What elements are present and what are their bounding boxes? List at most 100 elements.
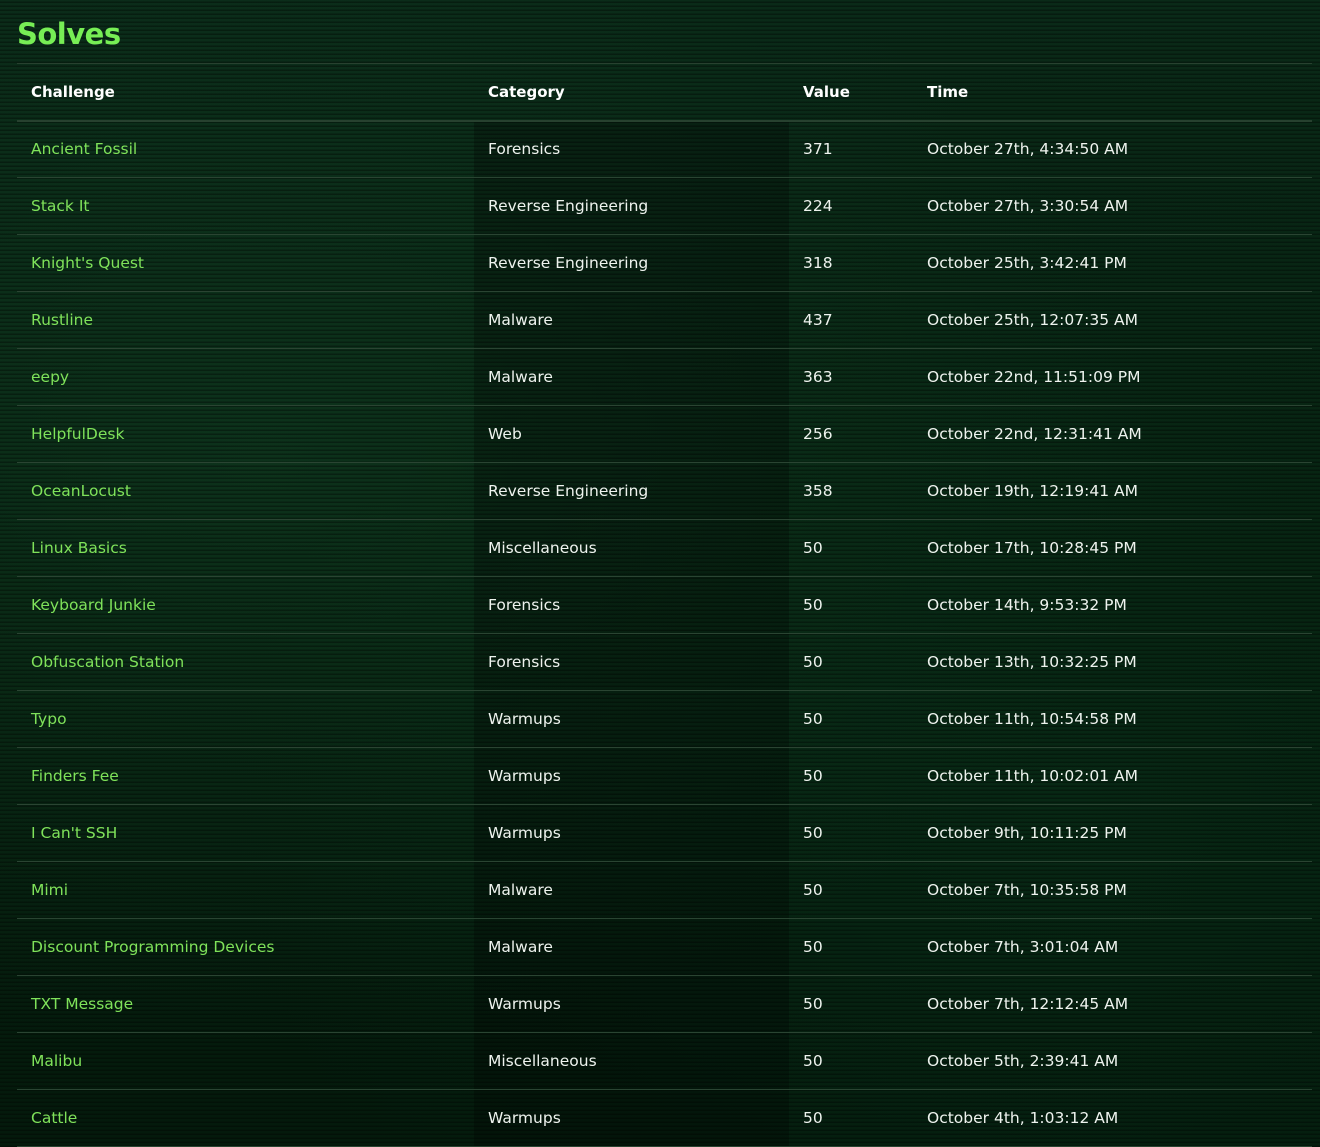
cell-challenge: HelpfulDesk [17, 405, 474, 463]
cell-time: October 25th, 12:07:35 AM [913, 291, 1312, 349]
cell-value: 50 [789, 690, 913, 748]
cell-time: October 14th, 9:53:32 PM [913, 576, 1312, 634]
cell-time: October 4th, 1:03:12 AM [913, 1089, 1312, 1147]
table-row: HelpfulDesk Web 256 October 22nd, 12:31:41 … [17, 405, 1312, 463]
cell-challenge: Typo [17, 690, 474, 748]
challenge-link[interactable]: Stack It [31, 197, 90, 215]
cell-challenge: Mimi [17, 861, 474, 919]
challenge-link[interactable]: eepy [31, 368, 69, 386]
challenge-link[interactable]: Linux Basics [31, 539, 127, 557]
cell-value: 358 [789, 462, 913, 520]
cell-category: Forensics [474, 120, 789, 178]
cell-challenge: Ancient Fossil [17, 120, 474, 178]
cell-category: Web [474, 405, 789, 463]
cell-value: 50 [789, 1032, 913, 1090]
table-row: Ancient Fossil Forensics 371 October 27th, … [17, 120, 1312, 178]
table-header: Challenge Category Value Time [17, 63, 1312, 122]
cell-time: October 11th, 10:02:01 AM [913, 747, 1312, 805]
cell-value: 50 [789, 519, 913, 577]
table-row: Finders Fee Warmups 50 October 11th, 10:02:… [17, 747, 1312, 805]
cell-value: 224 [789, 177, 913, 235]
challenge-link[interactable]: Keyboard Junkie [31, 596, 156, 614]
header-category: Category [474, 63, 789, 122]
cell-challenge: eepy [17, 348, 474, 406]
challenge-link[interactable]: Knight's Quest [31, 254, 144, 272]
table-row: Linux Basics Miscellaneous 50 October 17th,… [17, 519, 1312, 577]
solves-table: Challenge Category Value Time Ancient Fo… [17, 63, 1312, 1147]
cell-category: Malware [474, 348, 789, 406]
table-row: Discount Programming Devices Malware 50 Oct… [17, 918, 1312, 976]
cell-category: Warmups [474, 804, 789, 862]
cell-time: October 7th, 10:35:58 PM [913, 861, 1312, 919]
table-row: Knight's Quest Reverse Engineering 318 Octo… [17, 234, 1312, 292]
table-row: TXT Message Warmups 50 October 7th, 12:12:4… [17, 975, 1312, 1033]
challenge-link[interactable]: Malibu [31, 1052, 82, 1070]
challenge-link[interactable]: Ancient Fossil [31, 140, 137, 158]
cell-value: 363 [789, 348, 913, 406]
cell-category: Reverse Engineering [474, 177, 789, 235]
cell-category: Warmups [474, 1089, 789, 1147]
challenge-link[interactable]: Rustline [31, 311, 93, 329]
challenge-link[interactable]: Mimi [31, 881, 68, 899]
header-time: Time [913, 63, 1312, 122]
table-row: Stack It Reverse Engineering 224 October 27… [17, 177, 1312, 235]
cell-category: Miscellaneous [474, 1032, 789, 1090]
cell-value: 371 [789, 120, 913, 178]
cell-time: October 7th, 3:01:04 AM [913, 918, 1312, 976]
cell-time: October 9th, 10:11:25 PM [913, 804, 1312, 862]
cell-challenge: Knight's Quest [17, 234, 474, 292]
cell-value: 50 [789, 918, 913, 976]
table-row: Cattle Warmups 50 October 4th, 1:03:12 AM [17, 1089, 1312, 1147]
challenge-link[interactable]: Cattle [31, 1109, 77, 1127]
cell-challenge: OceanLocust [17, 462, 474, 520]
cell-challenge: Keyboard Junkie [17, 576, 474, 634]
table-row: Typo Warmups 50 October 11th, 10:54:58 PM [17, 690, 1312, 748]
cell-time: October 22nd, 11:51:09 PM [913, 348, 1312, 406]
challenge-link[interactable]: HelpfulDesk [31, 425, 124, 443]
cell-value: 50 [789, 975, 913, 1033]
cell-time: October 7th, 12:12:45 AM [913, 975, 1312, 1033]
page-title: Solves [17, 17, 121, 51]
cell-time: October 25th, 3:42:41 PM [913, 234, 1312, 292]
cell-challenge: Stack It [17, 177, 474, 235]
cell-category: Reverse Engineering [474, 234, 789, 292]
cell-value: 437 [789, 291, 913, 349]
cell-challenge: Linux Basics [17, 519, 474, 577]
cell-time: October 27th, 3:30:54 AM [913, 177, 1312, 235]
cell-value: 50 [789, 633, 913, 691]
cell-value: 50 [789, 1089, 913, 1147]
cell-challenge: I Can't SSH [17, 804, 474, 862]
table-row: Obfuscation Station Forensics 50 October 13… [17, 633, 1312, 691]
cell-time: October 13th, 10:32:25 PM [913, 633, 1312, 691]
cell-category: Reverse Engineering [474, 462, 789, 520]
cell-challenge: Cattle [17, 1089, 474, 1147]
table-row: Rustline Malware 437 October 25th, 12:07:35… [17, 291, 1312, 349]
cell-category: Warmups [474, 747, 789, 805]
cell-category: Warmups [474, 975, 789, 1033]
cell-value: 256 [789, 405, 913, 463]
challenge-link[interactable]: OceanLocust [31, 482, 131, 500]
cell-time: October 5th, 2:39:41 AM [913, 1032, 1312, 1090]
challenge-link[interactable]: Discount Programming Devices [31, 938, 274, 956]
cell-time: October 11th, 10:54:58 PM [913, 690, 1312, 748]
challenge-link[interactable]: Typo [31, 710, 67, 728]
cell-value: 50 [789, 804, 913, 862]
challenge-link[interactable]: TXT Message [31, 995, 133, 1013]
table-row: eepy Malware 363 October 22nd, 11:51:09 PM [17, 348, 1312, 406]
challenge-link[interactable]: Obfuscation Station [31, 653, 184, 671]
cell-value: 50 [789, 747, 913, 805]
table-header-row: Challenge Category Value Time [17, 63, 1312, 122]
cell-category: Forensics [474, 633, 789, 691]
cell-category: Miscellaneous [474, 519, 789, 577]
challenge-link[interactable]: I Can't SSH [31, 824, 117, 842]
cell-challenge: Rustline [17, 291, 474, 349]
challenge-link[interactable]: Finders Fee [31, 767, 119, 785]
header-value: Value [789, 63, 913, 122]
cell-value: 50 [789, 861, 913, 919]
cell-category: Malware [474, 291, 789, 349]
cell-time: October 17th, 10:28:45 PM [913, 519, 1312, 577]
table-row: Mimi Malware 50 October 7th, 10:35:58 PM [17, 861, 1312, 919]
cell-category: Malware [474, 861, 789, 919]
cell-challenge: Finders Fee [17, 747, 474, 805]
table-row: I Can't SSH Warmups 50 October 9th, 10:11:2… [17, 804, 1312, 862]
